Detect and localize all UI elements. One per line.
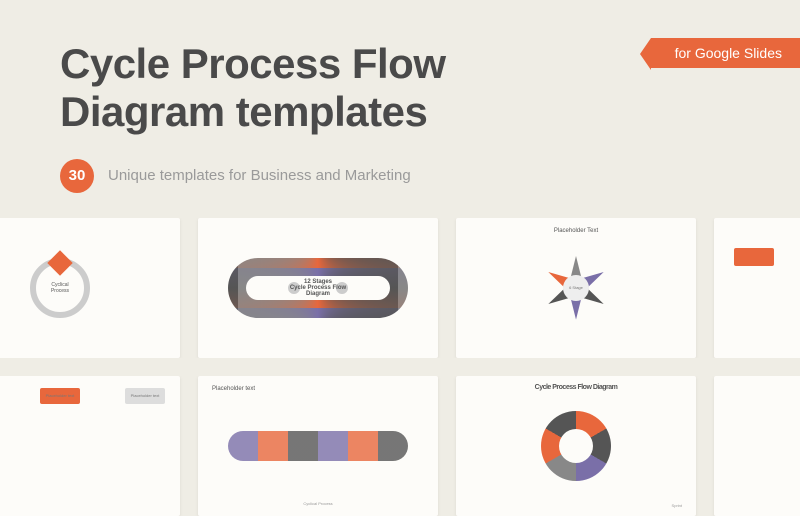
slide-thumbnail[interactable]: Placeholder text Cyclical Process bbox=[198, 376, 438, 516]
slide-thumbnail[interactable]: Placeholder text Cyclical Process bbox=[0, 218, 180, 358]
center-label: Cyclical Process bbox=[303, 501, 332, 506]
center-label: Cyclical Process bbox=[48, 282, 72, 294]
thumbnail-row-1: Placeholder text Cyclical Process 12 Sta… bbox=[0, 218, 800, 358]
flow-box-icon bbox=[734, 248, 774, 266]
flow-box: Placeholder text bbox=[125, 388, 165, 404]
count-value: 30 bbox=[69, 167, 86, 184]
subtitle-row: 30 Unique templates for Business and Mar… bbox=[60, 159, 740, 193]
header: Cycle Process Flow Diagram templates 30 … bbox=[0, 0, 800, 218]
slide-thumbnail[interactable]: Placeholder text bbox=[714, 218, 800, 358]
star-diagram-icon: 6 Stage bbox=[536, 248, 616, 328]
racetrack-diagram-icon: 12 Stages Cycle Process Flow Diagram bbox=[228, 258, 408, 318]
hub-label: 6 Stage bbox=[563, 275, 589, 301]
center-label: 12 Stages Cycle Process Flow Diagram bbox=[278, 279, 358, 297]
slide-thumbnail[interactable] bbox=[714, 376, 800, 516]
flow-box: Placeholder text bbox=[40, 388, 80, 404]
page-title: Cycle Process Flow Diagram templates bbox=[60, 40, 740, 137]
cycle-circle-icon: Cyclical Process bbox=[30, 258, 90, 318]
sprint-label: Sprint bbox=[672, 503, 682, 508]
slide-thumbnail[interactable]: Placeholder Text 6 Stage bbox=[456, 218, 696, 358]
title-line-1: Cycle Process Flow bbox=[60, 40, 446, 87]
ribbon-badge: for Google Slides bbox=[651, 38, 800, 68]
thumbnail-grid: Placeholder text Cyclical Process 12 Sta… bbox=[0, 218, 800, 358]
placeholder-label: Placeholder Text bbox=[554, 228, 598, 234]
slide-title: Cycle Process Flow Diagram bbox=[535, 384, 618, 392]
slide-thumbnail[interactable]: Placeholder text Placeholder text Placeh… bbox=[0, 376, 180, 516]
ribbon-label: for Google Slides bbox=[675, 45, 782, 61]
subtitle-text: Unique templates for Business and Market… bbox=[108, 167, 411, 184]
slide-thumbnail[interactable]: Cycle Process Flow Diagram Sprint bbox=[456, 376, 696, 516]
thumbnail-row-2: Placeholder text Placeholder text Placeh… bbox=[0, 376, 800, 516]
wave-diagram-icon bbox=[228, 421, 408, 471]
ring-diagram-icon bbox=[541, 411, 611, 481]
title-line-2: Diagram templates bbox=[60, 88, 427, 135]
thumbnail-grid-2: Placeholder text Placeholder text Placeh… bbox=[0, 376, 800, 516]
placeholder-label: Placeholder text bbox=[212, 386, 255, 392]
count-badge: 30 bbox=[60, 159, 94, 193]
slide-thumbnail[interactable]: 12 Stages Cycle Process Flow Diagram bbox=[198, 218, 438, 358]
